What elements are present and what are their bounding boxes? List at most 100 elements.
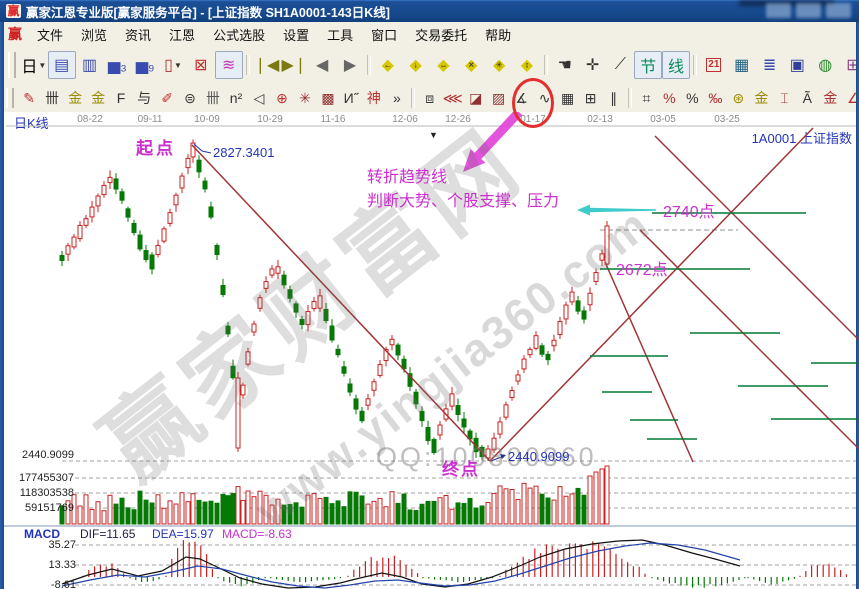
gann-xian-tool-icon[interactable]: 线 [662,51,690,79]
menu-item-formula-stock-pick[interactable]: 公式选股 [204,26,274,45]
minimize-button[interactable] [766,3,791,18]
toolbar-main: 日▼▤▥▅₃▅₉▯▼⊠≋ ❘◀▶❘◀▶ ◆←◆↓◆↔◆✕◆✳◆↕ ☚✛⟋节线 21▦≣▣… [0,46,859,85]
n-square-icon[interactable]: n² [225,86,248,110]
gann-box-icon[interactable]: ⧈ [418,86,441,110]
window-title: 赢家江恩专业版[赢家服务平台] - [上证指数 SH1A0001-143日K线] [26,2,390,21]
trend-note-line2: 判断大势、个股支撑、压力 [367,187,559,211]
end-price-label: 2440.9099 [508,449,569,464]
maximize-button[interactable] [796,3,821,18]
grid-fine-icon[interactable]: ▦ [556,86,579,110]
grid-pen-icon[interactable]: ⊞ [579,86,602,110]
mini-chart-9-icon[interactable]: ▅₉ [131,51,159,79]
menu-item-gann[interactable]: 江恩 [160,26,204,45]
fan-lines-icon[interactable]: ⋘ [441,86,464,110]
app-logo-icon: 赢 [6,4,21,18]
diamond-star-icon[interactable]: ◆✳ [485,51,513,79]
step-forward-icon[interactable]: ▶ [336,51,364,79]
menu-item-news[interactable]: 资讯 [116,26,160,45]
cycle-circle-icon[interactable]: ⊜ [179,86,202,110]
diamond-down-icon[interactable]: ◆↓ [402,51,430,79]
crosshair-icon[interactable]: ✛ [579,51,607,79]
menu-item-trade-order[interactable]: 交易委托 [406,26,476,45]
jump-first-icon[interactable]: ❘◀ [253,51,281,79]
diamond-leftright-icon[interactable]: ◆↔ [430,51,458,79]
macd-scale-3: -8.61 [14,579,76,589]
volume-scale-1: 177455307 [12,472,74,484]
menu-item-browse[interactable]: 浏览 [72,26,116,45]
brand-logo-icon: 赢 [8,24,22,44]
menu-item-tools[interactable]: 工具 [318,26,362,45]
target-circle-icon[interactable]: ⊕ [270,86,293,110]
macd-scale-1: 35.27 [14,539,76,551]
toolbar-separator [367,55,371,75]
gann-jie-tool-icon[interactable]: 节 [634,51,662,79]
jump-last-icon[interactable]: ▶❘ [280,51,308,79]
step-back-icon[interactable]: ◀ [308,51,336,79]
toolbar-grip[interactable] [8,52,16,79]
save-icon[interactable]: ▣ [783,51,811,79]
start-point-label: 起点 [136,134,176,159]
candle-style-icon[interactable]: ▯▼ [159,51,187,79]
gold-lines-icon[interactable]: 金 [750,86,773,110]
quote-screen-icon[interactable]: ▤ [48,51,76,79]
mini-chart-3-icon[interactable]: ▅₃ [103,51,131,79]
more-tools-icon[interactable]: » [385,86,408,110]
box-web-icon[interactable]: ▨ [487,86,510,110]
diamond-left-icon[interactable]: ◆← [374,51,402,79]
diamond-updown-icon[interactable]: ◆↕ [513,51,541,79]
web-square-icon[interactable]: ▩ [316,86,339,110]
pattern-search-icon[interactable]: ⊠ [187,51,215,79]
percent-icon[interactable]: % [681,86,704,110]
gold-grid-2-icon[interactable]: 金 [87,86,110,110]
web-sync-icon[interactable]: ◍ [811,51,839,79]
period-day-selector-icon[interactable]: 日▼ [20,51,48,79]
stat-bars-icon[interactable]: ⌗ [635,86,658,110]
measure-line-icon[interactable]: ⟋ [606,51,634,79]
toolbar-separator [693,55,697,75]
color-band-icon[interactable]: ≋ [215,51,243,79]
report-view-icon[interactable]: ≣ [756,51,784,79]
trend-note-line1: 转折趋势线 [367,163,447,187]
f-grid-icon[interactable]: F [110,86,133,110]
web-star-icon[interactable]: ✳ [293,86,316,110]
gold-grid-1-icon[interactable]: 金 [64,86,87,110]
volume-scale-3: 59151769 [12,502,74,514]
shen-grid-icon[interactable]: 神 [362,86,385,110]
gold-red-icon[interactable]: 金 [819,86,842,110]
toolbar-grip[interactable] [6,88,14,108]
matrix-view-icon[interactable]: ▦ [728,51,756,79]
support-level-label: 2672点 [616,256,668,280]
title-bar: 赢 赢家江恩专业版[赢家服务平台] - [上证指数 SH1A0001-143日K… [0,0,859,22]
application-window: 赢 赢家江恩专业版[赢家服务平台] - [上证指数 SH1A0001-143日K… [0,0,859,589]
grid-fence-icon[interactable]: 卌 [41,86,64,110]
wave-ii-icon[interactable]: И˝ [339,86,362,110]
fence-dense-icon[interactable]: 卌 [202,86,225,110]
permille-icon[interactable]: ‰ [704,86,727,110]
menu-item-file[interactable]: 文件 [28,26,72,45]
calendar-icon[interactable]: 21 [700,51,728,79]
wave-a-icon[interactable]: Ã [796,86,819,110]
toolbar-separator [246,55,250,75]
close-button[interactable] [826,3,851,18]
candle-edit-icon[interactable]: ⌶ [773,86,796,110]
volume-scale-2: 118303538 [12,487,74,499]
percent-zone-icon[interactable]: % [658,86,681,110]
menu-item-window[interactable]: 窗口 [362,26,406,45]
draw-pen-icon[interactable]: ✎ [18,86,41,110]
zigzag-turn-icon[interactable]: ∿ [533,86,556,110]
macd-hist-value: MACD=-8.63 [222,527,292,541]
price-scale-label: 2440.9099 [12,449,74,461]
parallel-lines-icon[interactable]: ∥ [602,86,625,110]
menu-item-settings[interactable]: 设置 [274,26,318,45]
box-fan-icon[interactable]: ◪ [464,86,487,110]
pen-red-icon[interactable]: ✐ [156,86,179,110]
pen-angle-icon[interactable]: ∡ [510,86,533,110]
angle-ruler-icon[interactable]: ◁ [248,86,271,110]
gold-circle-icon[interactable]: ⊛ [727,86,750,110]
menu-item-help[interactable]: 帮助 [476,26,520,45]
diamond-cross-icon[interactable]: ◆✕ [457,51,485,79]
spiral-tool-icon[interactable]: 与 [133,86,156,110]
pan-hand-icon[interactable]: ☚ [551,51,579,79]
f10-info-icon[interactable]: ▥ [76,51,104,79]
window-controls [766,3,851,18]
